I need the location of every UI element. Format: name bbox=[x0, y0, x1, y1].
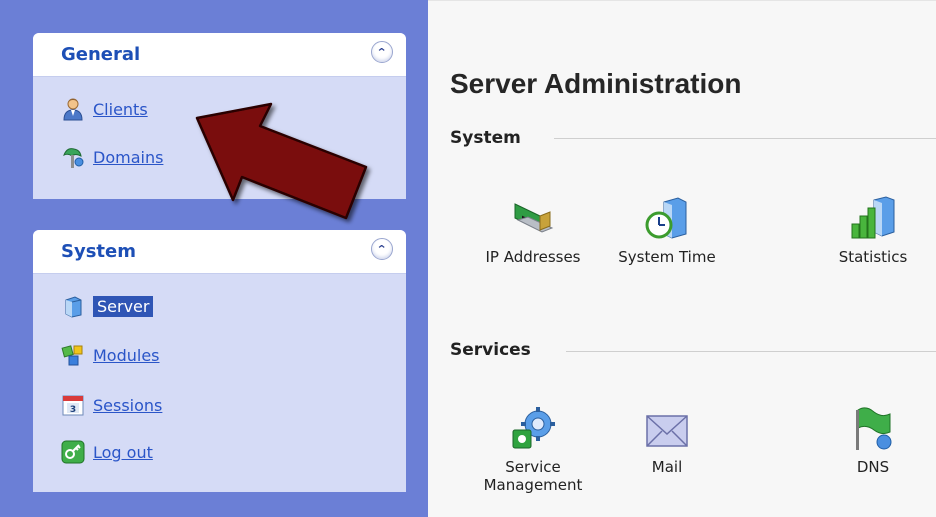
tool-label: DNS bbox=[856, 458, 890, 476]
clock-icon bbox=[645, 197, 687, 239]
dns-flag-icon bbox=[856, 407, 892, 450]
tool-system-time[interactable]: System Time bbox=[602, 196, 732, 266]
sidebar-item-clients[interactable]: Clients bbox=[61, 95, 148, 123]
sidebar-item-label[interactable]: Log out bbox=[93, 443, 153, 462]
tool-label: System Time bbox=[618, 248, 716, 266]
section-title-system: System bbox=[450, 128, 521, 148]
panel-system: System ⌃ Server Modules 3 Sessions Log o… bbox=[33, 230, 406, 492]
panel-title: System bbox=[61, 241, 136, 262]
chevron-up-icon: ⌃ bbox=[376, 45, 388, 59]
tool-label: Mail bbox=[651, 458, 683, 476]
panel-header-general[interactable]: General ⌃ bbox=[33, 33, 406, 77]
tool-ip-addresses[interactable]: IP Addresses bbox=[468, 196, 598, 266]
tool-dns[interactable]: DNS bbox=[808, 406, 936, 476]
panel-general: General ⌃ Clients Domains bbox=[33, 33, 406, 199]
sidebar-item-label[interactable]: Server bbox=[93, 295, 154, 317]
tool-service-management[interactable]: Service Management bbox=[468, 406, 598, 494]
modules-icon bbox=[61, 345, 83, 366]
user-icon bbox=[63, 98, 83, 121]
page-title: Server Administration bbox=[450, 68, 742, 99]
tool-label-line2: Management bbox=[483, 476, 583, 494]
statistics-icon bbox=[851, 196, 895, 239]
tool-label: IP Addresses bbox=[485, 248, 581, 266]
sidebar-item-logout[interactable]: Log out bbox=[61, 438, 153, 466]
sidebar-item-label[interactable]: Clients bbox=[93, 100, 148, 119]
sidebar-item-modules[interactable]: Modules bbox=[61, 341, 160, 369]
sidebar: General ⌃ Clients Domains System ⌃ Serve… bbox=[0, 0, 428, 517]
panel-header-system[interactable]: System ⌃ bbox=[33, 230, 406, 274]
tool-label-line1: Service bbox=[505, 458, 561, 476]
network-card-icon bbox=[514, 203, 554, 233]
sidebar-item-label[interactable]: Sessions bbox=[93, 396, 162, 415]
sidebar-item-label[interactable]: Domains bbox=[93, 148, 163, 167]
service-gear-icon bbox=[512, 407, 555, 449]
main-content: Server Administration System IP Addresse… bbox=[428, 0, 936, 517]
logout-icon bbox=[61, 440, 85, 464]
sessions-icon: 3 bbox=[62, 395, 84, 416]
server-icon bbox=[65, 296, 82, 318]
domains-icon bbox=[63, 148, 84, 168]
sidebar-item-domains[interactable]: Domains bbox=[61, 143, 163, 171]
section-divider bbox=[554, 138, 936, 139]
collapse-button[interactable]: ⌃ bbox=[371, 238, 393, 260]
chevron-up-icon: ⌃ bbox=[376, 242, 388, 256]
collapse-button[interactable]: ⌃ bbox=[371, 41, 393, 63]
mail-icon bbox=[646, 415, 688, 447]
section-title-services: Services bbox=[450, 340, 531, 360]
tool-label: Statistics bbox=[838, 248, 908, 266]
tool-statistics[interactable]: Statistics bbox=[808, 196, 936, 266]
panel-title: General bbox=[61, 44, 141, 65]
sidebar-item-label[interactable]: Modules bbox=[93, 346, 160, 365]
svg-text:3: 3 bbox=[70, 405, 76, 415]
section-divider bbox=[566, 351, 936, 352]
sidebar-item-server[interactable]: Server bbox=[61, 292, 154, 320]
sidebar-item-sessions[interactable]: 3 Sessions bbox=[61, 391, 162, 419]
tool-mail[interactable]: Mail bbox=[602, 406, 732, 476]
